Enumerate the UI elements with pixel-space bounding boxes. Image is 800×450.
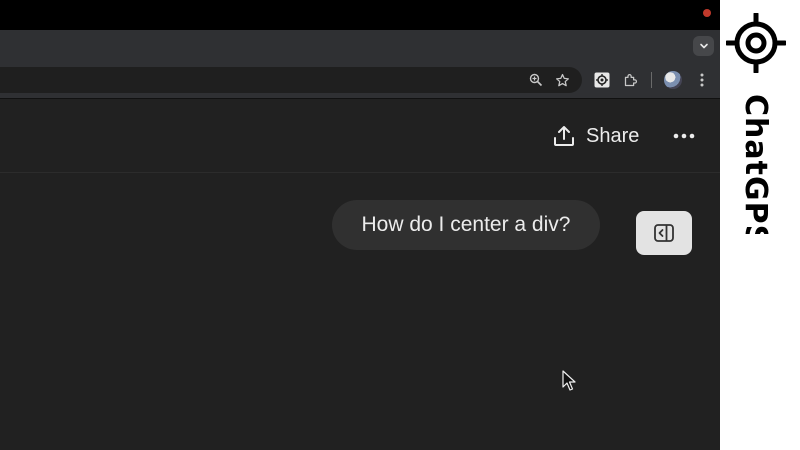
tab-strip	[0, 30, 720, 62]
sidebar-toggle-button[interactable]	[636, 211, 692, 255]
crosshair-logo-icon	[724, 11, 788, 75]
share-button[interactable]: Share	[552, 120, 639, 152]
share-upload-icon	[554, 126, 574, 146]
share-label: Share	[586, 124, 640, 147]
user-message-text: How do I center a div?	[361, 213, 571, 236]
tab-search-button[interactable]	[693, 36, 714, 56]
toolbar-divider	[651, 72, 652, 88]
browser-window: Share How do I center a div?	[0, 0, 720, 450]
more-options-button[interactable]	[672, 124, 696, 148]
extension-target-icon[interactable]	[594, 72, 610, 88]
mouse-cursor	[562, 370, 578, 397]
chevron-down-icon	[699, 43, 708, 49]
zoom-icon[interactable]	[528, 72, 544, 88]
title-bar	[0, 0, 720, 30]
browser-menu-icon[interactable]	[696, 72, 708, 88]
user-message-bubble: How do I center a div?	[332, 200, 600, 250]
more-horizontal-icon	[673, 133, 695, 139]
recording-indicator	[703, 9, 711, 17]
brand-name-text: ChatGPS	[738, 94, 773, 234]
extensions-puzzle-icon[interactable]	[622, 72, 638, 88]
sidebar-collapse-icon	[654, 224, 674, 242]
brand-name: ChatGPS	[731, 94, 779, 234]
profile-avatar[interactable]	[664, 71, 682, 89]
bookmark-star-icon[interactable]	[554, 72, 570, 88]
address-bar[interactable]	[0, 67, 582, 93]
